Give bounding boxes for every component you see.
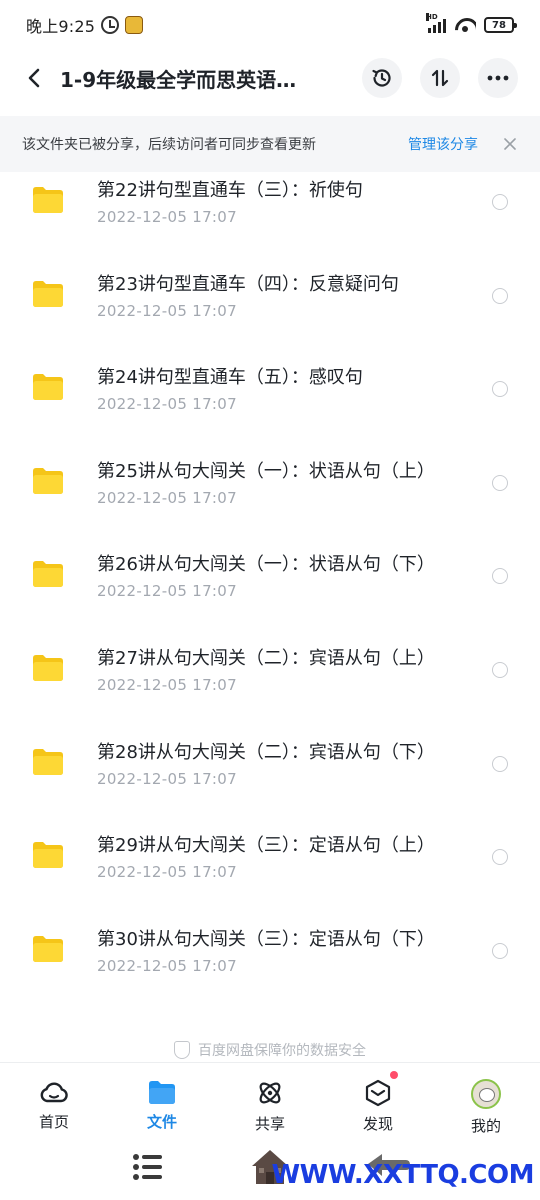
header: 1-9年级最全学而思英语… bbox=[0, 55, 540, 101]
file-row[interactable]: 第27讲从句大闯关（二）：宾语从句（上） 2022-12-05 17:07 bbox=[0, 640, 540, 734]
file-name: 第27讲从句大闯关（二）：宾语从句（上） bbox=[97, 648, 435, 669]
manage-share-link[interactable]: 管理该分享 bbox=[408, 134, 478, 154]
folder-icon bbox=[33, 935, 63, 962]
system-bar: WWW.XXTTQ.COM bbox=[0, 1146, 540, 1200]
nav-share[interactable]: 共享 bbox=[216, 1063, 324, 1146]
select-checkbox[interactable] bbox=[492, 474, 508, 491]
folder-icon bbox=[33, 561, 63, 588]
file-date: 2022-12-05 17:07 bbox=[97, 676, 237, 694]
select-checkbox[interactable] bbox=[492, 287, 508, 304]
close-icon bbox=[504, 138, 516, 150]
history-button[interactable] bbox=[362, 58, 402, 98]
nav-discover[interactable]: 发现 bbox=[324, 1063, 432, 1146]
folder-icon bbox=[33, 842, 63, 869]
file-date: 2022-12-05 17:07 bbox=[97, 208, 237, 226]
share-banner: 该文件夹已被分享，后续访问者可同步查看更新 管理该分享 bbox=[0, 116, 540, 172]
folder-icon bbox=[33, 748, 63, 775]
folder-icon bbox=[33, 187, 63, 213]
file-date: 2022-12-05 17:07 bbox=[97, 582, 237, 601]
avatar bbox=[471, 1079, 501, 1109]
nav-profile[interactable]: 我的 bbox=[432, 1063, 540, 1146]
folder-icon bbox=[33, 374, 63, 401]
signal-icon: HD bbox=[426, 13, 446, 33]
select-checkbox[interactable] bbox=[492, 755, 508, 772]
file-row[interactable]: 第25讲从句大闯关（一）：状语从句（上） 2022-12-05 17:07 bbox=[0, 453, 540, 547]
select-checkbox[interactable] bbox=[492, 662, 508, 678]
file-row[interactable]: 第22讲句型直通车（三）：祈使句 2022-12-05 17:07 bbox=[0, 172, 540, 266]
file-date: 2022-12-05 17:07 bbox=[97, 956, 237, 975]
back-button[interactable] bbox=[14, 58, 54, 98]
atom-icon bbox=[259, 1082, 281, 1104]
file-row[interactable]: 第28讲从句大闯关（二）：宾语从句（下） 2022-12-05 17:07 bbox=[0, 734, 540, 828]
select-checkbox[interactable] bbox=[492, 194, 508, 210]
watermark-text: WWW.XXTTQ.COM bbox=[271, 1160, 535, 1190]
file-name: 第30讲从句大闯关（三）：定语从句（下） bbox=[97, 928, 435, 950]
folder-icon bbox=[149, 1081, 175, 1104]
close-banner-button[interactable] bbox=[502, 136, 518, 152]
history-icon bbox=[372, 69, 391, 87]
nav-label: 文件 bbox=[146, 1113, 177, 1131]
file-name: 第29讲从句大闯关（三）：定语从句（上） bbox=[97, 835, 435, 857]
share-notice-text: 该文件夹已被分享，后续访问者可同步查看更新 bbox=[22, 137, 316, 153]
file-date: 2022-12-05 17:07 bbox=[97, 301, 237, 320]
cloud-icon bbox=[40, 1082, 68, 1103]
file-row[interactable]: 第26讲从句大闯关（一）：状语从句（下） 2022-12-05 17:07 bbox=[0, 546, 540, 640]
menu-list-icon[interactable] bbox=[132, 1150, 164, 1184]
file-row[interactable]: 第23讲句型直通车（四）：反意疑问句 2022-12-05 17:07 bbox=[0, 266, 540, 360]
file-name: 第23讲句型直通车（四）：反意疑问句 bbox=[97, 273, 399, 295]
hd-label: HD bbox=[426, 13, 438, 21]
notification-dot bbox=[390, 1071, 398, 1079]
sort-button[interactable] bbox=[420, 58, 460, 98]
file-date: 2022-12-05 17:07 bbox=[97, 863, 237, 882]
folder-icon bbox=[33, 655, 63, 681]
select-checkbox[interactable] bbox=[492, 381, 508, 398]
chevron-left-icon bbox=[28, 68, 40, 88]
file-row[interactable]: 第29讲从句大闯关（三）：定语从句（上） 2022-12-05 17:07 bbox=[0, 827, 540, 921]
file-row[interactable]: 第30讲从句大闯关（三）：定语从句（下） 2022-12-05 17:07 bbox=[0, 921, 540, 1015]
nav-files[interactable]: 文件 bbox=[108, 1063, 216, 1146]
file-name: 第28讲从句大闯关（二）：宾语从句（下） bbox=[97, 741, 435, 763]
file-name: 第25讲从句大闯关（一）：状语从句（上） bbox=[97, 460, 435, 482]
nav-label: 共享 bbox=[254, 1115, 285, 1133]
status-left: 晚上9:25 bbox=[26, 13, 144, 37]
file-date: 2022-12-05 17:07 bbox=[97, 488, 237, 507]
app-notification-icon bbox=[125, 16, 144, 34]
select-checkbox[interactable] bbox=[492, 568, 508, 585]
file-row[interactable]: 第24讲句型直通车（五）：感叹句 2022-12-05 17:07 bbox=[0, 359, 540, 453]
safety-note: 百度网盘保障你的数据安全 bbox=[0, 1040, 540, 1060]
page-title: 1-9年级最全学而思英语… bbox=[60, 67, 297, 92]
status-right: HD 78 bbox=[426, 13, 517, 33]
sort-icon bbox=[431, 69, 449, 87]
file-date: 2022-12-05 17:07 bbox=[97, 769, 237, 788]
more-dots-icon bbox=[487, 75, 509, 81]
nav-label: 发现 bbox=[362, 1115, 393, 1133]
cube-icon bbox=[365, 1079, 391, 1107]
folder-icon bbox=[33, 280, 63, 307]
more-button[interactable] bbox=[478, 58, 518, 98]
safety-note-text: 百度网盘保障你的数据安全 bbox=[198, 1043, 366, 1059]
select-checkbox[interactable] bbox=[492, 849, 508, 866]
file-name: 第24讲句型直通车（五）：感叹句 bbox=[97, 367, 363, 389]
file-date: 2022-12-05 17:07 bbox=[97, 395, 237, 414]
header-actions bbox=[362, 58, 518, 98]
battery-icon: 78 bbox=[484, 17, 517, 33]
nav-home[interactable]: 首页 bbox=[0, 1063, 108, 1146]
wifi-icon bbox=[454, 17, 476, 33]
select-checkbox[interactable] bbox=[492, 942, 508, 959]
alarm-icon bbox=[101, 16, 120, 34]
file-name: 第22讲句型直通车（三）：祈使句 bbox=[97, 180, 363, 201]
shield-icon bbox=[174, 1041, 190, 1059]
file-name: 第26讲从句大闯关（一）：状语从句（下） bbox=[97, 554, 435, 576]
folder-icon bbox=[33, 467, 63, 494]
nav-label: 我的 bbox=[470, 1117, 501, 1135]
bottom-nav: 首页 文件 共享 发现 我的 bbox=[0, 1062, 540, 1146]
status-bar: 晚上9:25 HD 78 bbox=[0, 0, 540, 50]
nav-label: 首页 bbox=[38, 1113, 69, 1131]
status-time: 晚上9:25 bbox=[26, 17, 96, 36]
